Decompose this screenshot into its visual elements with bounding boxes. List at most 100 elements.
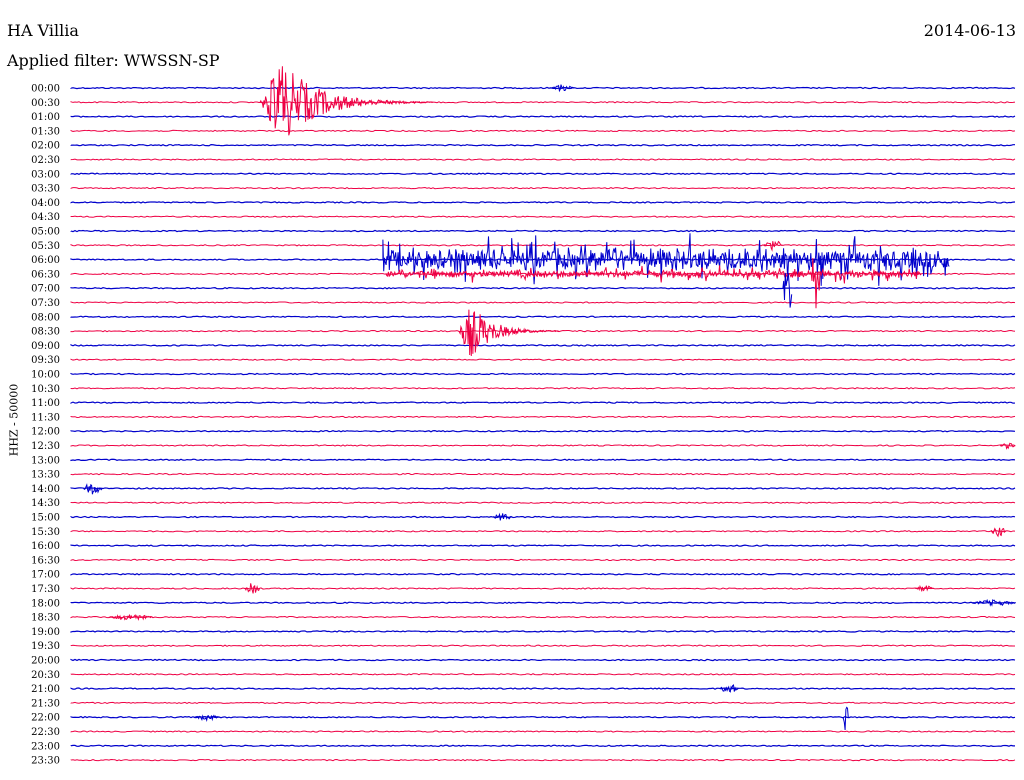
trace-line [70, 530, 1016, 533]
trace-line [70, 687, 1016, 690]
trace-line [70, 472, 1016, 476]
row-time-label: 21:30 [31, 698, 60, 709]
row-time-label: 20:30 [31, 670, 60, 681]
trace-line [70, 86, 1016, 90]
trace-line [70, 301, 1016, 304]
row-time-label: 02:30 [31, 155, 60, 166]
trace-line [70, 487, 1016, 490]
trace-line [70, 630, 1016, 633]
row-time-label: 12:30 [31, 441, 60, 452]
row-time-label: 02:00 [31, 141, 60, 152]
row-time-label: 16:00 [31, 541, 60, 552]
trace-line [70, 186, 1016, 190]
row-time-label: 13:00 [31, 455, 60, 466]
row-time-label: 05:00 [31, 227, 60, 238]
row-time-label: 13:30 [31, 470, 60, 481]
trace-line [70, 415, 1016, 419]
trace-line [70, 501, 1016, 504]
row-time-label: 17:00 [31, 570, 60, 581]
seismic-event [842, 706, 849, 731]
row-time-label: 17:30 [31, 584, 60, 595]
helicorder-page: { "header": { "station": "HA Villia", "d… [0, 0, 1024, 780]
trace-line [70, 730, 1016, 733]
seismic-event [1000, 442, 1016, 450]
row-time-label: 15:00 [31, 513, 60, 524]
row-time-label: 08:00 [31, 312, 60, 323]
row-time-label: 00:30 [31, 98, 60, 109]
row-time-label: 09:30 [31, 355, 60, 366]
trace-line [70, 458, 1016, 462]
seismic-event [382, 233, 950, 286]
trace-line [70, 201, 1016, 204]
row-time-label: 20:00 [31, 656, 60, 667]
row-time-label: 14:00 [31, 484, 60, 495]
row-time-label: 19:00 [31, 627, 60, 638]
row-time-label: 18:30 [31, 613, 60, 624]
trace-line [70, 344, 1016, 347]
trace-line [70, 744, 1016, 748]
row-time-label: 11:00 [31, 398, 60, 409]
row-time-label: 18:00 [31, 598, 60, 609]
trace-line [70, 572, 1016, 576]
row-time-label: 01:00 [31, 112, 60, 123]
row-time-label: 03:30 [31, 184, 60, 195]
row-time-label: 06:30 [31, 269, 60, 280]
row-time-label: 06:00 [31, 255, 60, 266]
trace-line [70, 701, 1016, 705]
row-time-label: 07:30 [31, 298, 60, 309]
seismic-event [83, 483, 103, 495]
seismic-event [259, 66, 434, 136]
row-time-label: 10:00 [31, 370, 60, 381]
trace-line [70, 601, 1016, 605]
trace-line [70, 101, 1016, 104]
row-time-label: 04:00 [31, 198, 60, 209]
row-time-label: 12:00 [31, 427, 60, 438]
trace-line [70, 587, 1016, 590]
row-time-label: 01:30 [31, 126, 60, 137]
trace-line [70, 372, 1016, 376]
row-time-label: 11:30 [31, 412, 60, 423]
trace-line [70, 244, 1016, 247]
trace-line [70, 387, 1016, 390]
row-time-label: 10:30 [31, 384, 60, 395]
trace-line [70, 358, 1016, 361]
row-time-label: 16:30 [31, 555, 60, 566]
trace-line [70, 515, 1016, 519]
row-time-label: 00:00 [31, 84, 60, 95]
trace-line [70, 143, 1015, 147]
trace-line [70, 315, 1016, 319]
trace-line [70, 558, 1016, 562]
trace-line [70, 229, 1016, 233]
trace-line [70, 544, 1016, 547]
row-time-label: 21:00 [31, 684, 60, 695]
row-time-label: 07:00 [31, 284, 60, 295]
trace-line [70, 758, 1016, 762]
row-time-label: 23:00 [31, 741, 60, 752]
row-time-label: 04:30 [31, 212, 60, 223]
row-time-label: 22:30 [31, 727, 60, 738]
trace-line [70, 158, 1016, 161]
helicorder-plot: 00:00 00:30 01:00 01:30 02:00 02:30 03:00 03:30… [31, 66, 1016, 767]
row-time-label: 08:30 [31, 327, 60, 338]
row-time-label: 09:00 [31, 341, 60, 352]
seismic-event [108, 613, 153, 621]
trace-line [70, 115, 1016, 118]
trace-line [70, 673, 1016, 676]
trace-line [70, 129, 1016, 133]
trace-line [70, 658, 1016, 662]
row-time-label: 03:00 [31, 169, 60, 180]
row-time-label: 05:30 [31, 241, 60, 252]
trace-line [70, 172, 1016, 176]
seismic-event [244, 583, 260, 594]
seismic-event [810, 258, 821, 309]
row-time-label: 14:30 [31, 498, 60, 509]
seismic-event [549, 84, 575, 93]
trace-line [70, 615, 1016, 619]
seismic-event [915, 584, 934, 593]
row-time-label: 19:30 [31, 641, 60, 652]
trace-line [70, 286, 1016, 290]
row-time-label: 22:00 [31, 713, 60, 724]
trace-line [70, 644, 1016, 647]
row-time-label: 15:30 [31, 527, 60, 538]
trace-line [70, 401, 1016, 404]
